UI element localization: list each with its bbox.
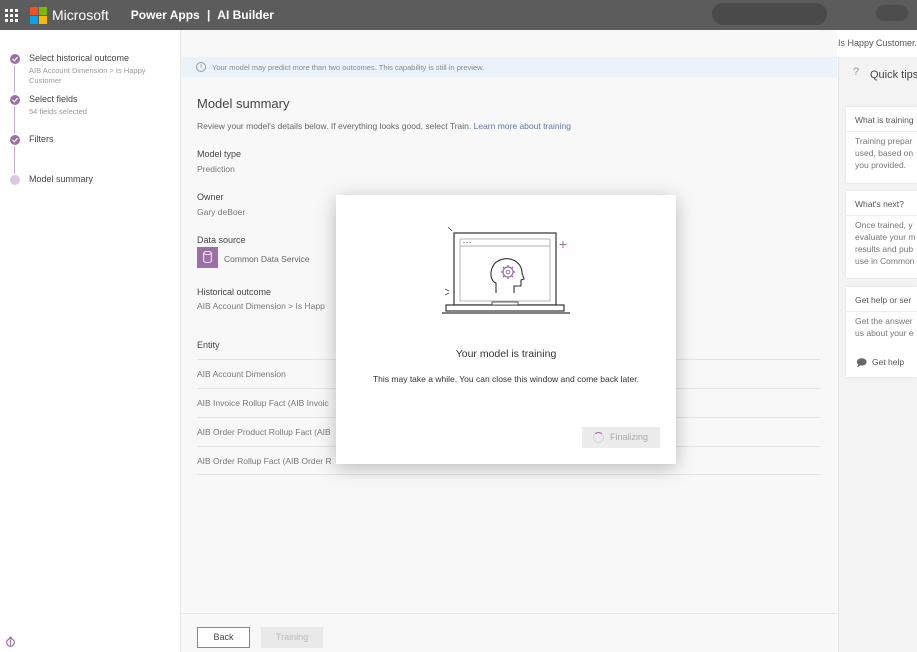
dialog-subtitle: This may take a while. You can close thi… [372,374,639,384]
dialog-title: Your model is training [455,348,557,360]
training-dialog: Your model is training This may take a w… [336,195,676,464]
spinner-icon [593,432,604,443]
finalizing-label: Finalizing [610,432,649,442]
laptop-brain-illustration-icon [442,226,570,314]
finalizing-button[interactable]: Finalizing [582,427,660,448]
